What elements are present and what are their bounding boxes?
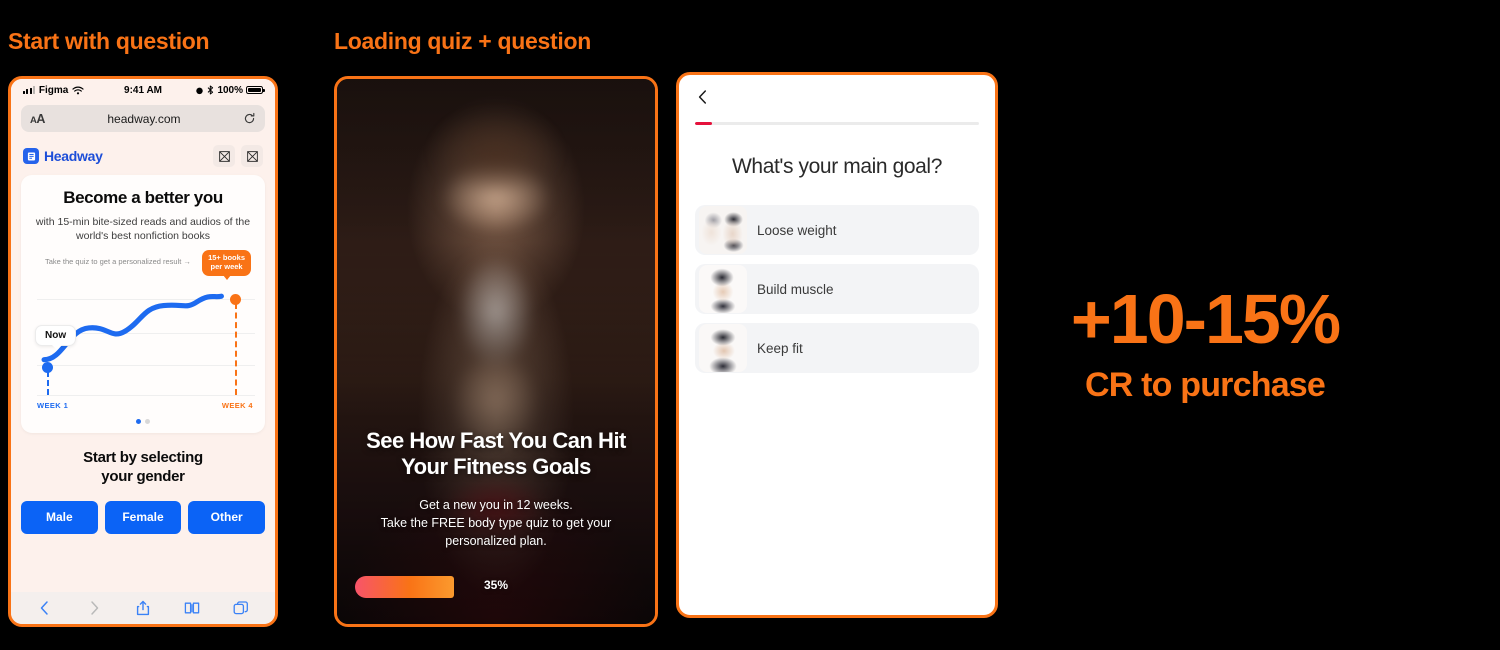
site-content: Headway Become a better you with 15-min …	[11, 139, 275, 592]
progress-percent-label: 35%	[483, 578, 509, 592]
progress-fill	[355, 576, 454, 598]
question-title: What's your main goal?	[732, 155, 942, 178]
broken-image-icon-1[interactable]	[213, 145, 235, 167]
option-build-muscle[interactable]: Build muscle	[695, 264, 979, 314]
hero-sub-line-1: Get a new you in 12 weeks.	[419, 497, 573, 512]
caption-middle: Loading quiz + question	[334, 28, 591, 54]
carousel-dots[interactable]	[31, 419, 255, 425]
back-icon[interactable]	[37, 600, 53, 616]
option-label: Loose weight	[757, 222, 837, 238]
option-keep-fit[interactable]: Keep fit	[695, 323, 979, 373]
carousel-dot-active[interactable]	[136, 419, 141, 425]
body-slim-thumb-icon	[699, 206, 747, 254]
gender-title-line-1: Start by selecting	[83, 449, 203, 467]
carrier-label: Figma	[38, 84, 69, 96]
reload-icon[interactable]	[243, 112, 256, 125]
phone-safari-headway: Figma 9:41 AM 100% AA headway.com Headwa…	[8, 76, 278, 627]
bookmarks-icon[interactable]	[184, 600, 200, 616]
hero-title: See How Fast You Can Hit Your Fitness Go…	[355, 428, 637, 480]
body-fit-thumb-icon	[699, 324, 747, 372]
stat-value: +10-15%	[1070, 280, 1341, 358]
gender-section: Start by selecting your gender Male Fema…	[11, 433, 275, 534]
headway-logo[interactable]: Headway	[23, 148, 103, 164]
option-label: Build muscle	[757, 281, 834, 297]
phone-loading-quiz: See How Fast You Can Hit Your Fitness Go…	[334, 76, 658, 627]
week1-marker	[47, 371, 49, 396]
gender-title-line-2: your gender	[101, 468, 185, 486]
quiz-progress-fill	[695, 122, 713, 125]
url-text[interactable]: headway.com	[45, 112, 243, 126]
conversion-stat: +10-15% CR to purchase	[1040, 284, 1370, 405]
option-loose-weight[interactable]: Loose weight	[695, 205, 979, 255]
answer-options: Loose weight Build muscle Keep fit	[679, 205, 995, 373]
hero-title-line-1: See How Fast You Can Hit	[366, 427, 626, 453]
hero-sub-line-2: Take the FREE body type quiz to get your	[380, 515, 612, 530]
phone-question-screen: What's your main goal? Loose weight Buil…	[676, 72, 998, 618]
question-header	[679, 75, 995, 125]
chevron-left-icon[interactable]	[695, 89, 711, 105]
stat-label: CR to purchase	[1084, 366, 1326, 404]
week-4-label: WEEK 4	[221, 401, 253, 411]
hero-title-line-2: Your Fitness Goals	[401, 453, 591, 479]
header-icon-group	[213, 145, 263, 167]
clock-label: 9:41 AM	[124, 84, 162, 96]
hero-sub-line-3: personalized plan.	[445, 533, 547, 548]
screenshot-root: Start with question Loading quiz + quest…	[0, 0, 1500, 650]
status-bar: Figma 9:41 AM 100%	[11, 79, 275, 101]
week4-marker	[235, 303, 237, 396]
book-icon	[23, 148, 39, 164]
battery-icon	[246, 85, 265, 95]
bluetooth-icon	[208, 85, 214, 95]
caption-left: Start with question	[8, 28, 210, 54]
card-subhead: with 15-min bite-sized reads and audios …	[35, 216, 251, 243]
gender-button-other[interactable]: Other	[188, 500, 266, 534]
option-label: Keep fit	[757, 340, 803, 356]
gender-button-male[interactable]: Male	[21, 500, 98, 534]
forward-icon	[91, 601, 99, 615]
safari-toolbar	[11, 592, 275, 624]
broken-image-icon-2[interactable]	[241, 145, 263, 167]
gender-button-group: Male Female Other	[21, 500, 266, 534]
tabs-icon[interactable]	[233, 600, 249, 616]
alarm-icon	[196, 87, 204, 94]
body-muscle-thumb-icon	[699, 265, 747, 313]
share-icon[interactable]	[135, 600, 151, 616]
text-size-icon[interactable]: AA	[30, 112, 45, 126]
week-1-label: WEEK 1	[37, 401, 69, 411]
gender-button-female[interactable]: Female	[104, 500, 182, 534]
browser-chrome: AA headway.com	[11, 101, 275, 139]
now-tooltip: Now	[35, 325, 77, 351]
card-headline: Become a better you	[63, 188, 223, 207]
hero-subtext: Get a new you in 12 weeks. Take the FREE…	[355, 496, 637, 550]
battery-percent: 100%	[217, 84, 244, 96]
gender-title: Start by selecting your gender	[21, 449, 265, 487]
loading-progress: 35%	[355, 576, 637, 598]
site-header: Headway	[11, 139, 275, 175]
wifi-icon	[72, 85, 84, 94]
url-bar[interactable]: AA headway.com	[21, 105, 265, 132]
promo-card: Become a better you with 15-min bite-siz…	[21, 175, 265, 434]
signal-icon	[23, 86, 35, 94]
quiz-progress-bar	[695, 122, 979, 125]
brand-label: Headway	[44, 148, 103, 164]
carousel-dot[interactable]	[145, 419, 150, 425]
progress-chart: Take the quiz to get a personalized resu…	[31, 250, 255, 411]
loading-overlay-content: See How Fast You Can Hit Your Fitness Go…	[337, 428, 655, 624]
